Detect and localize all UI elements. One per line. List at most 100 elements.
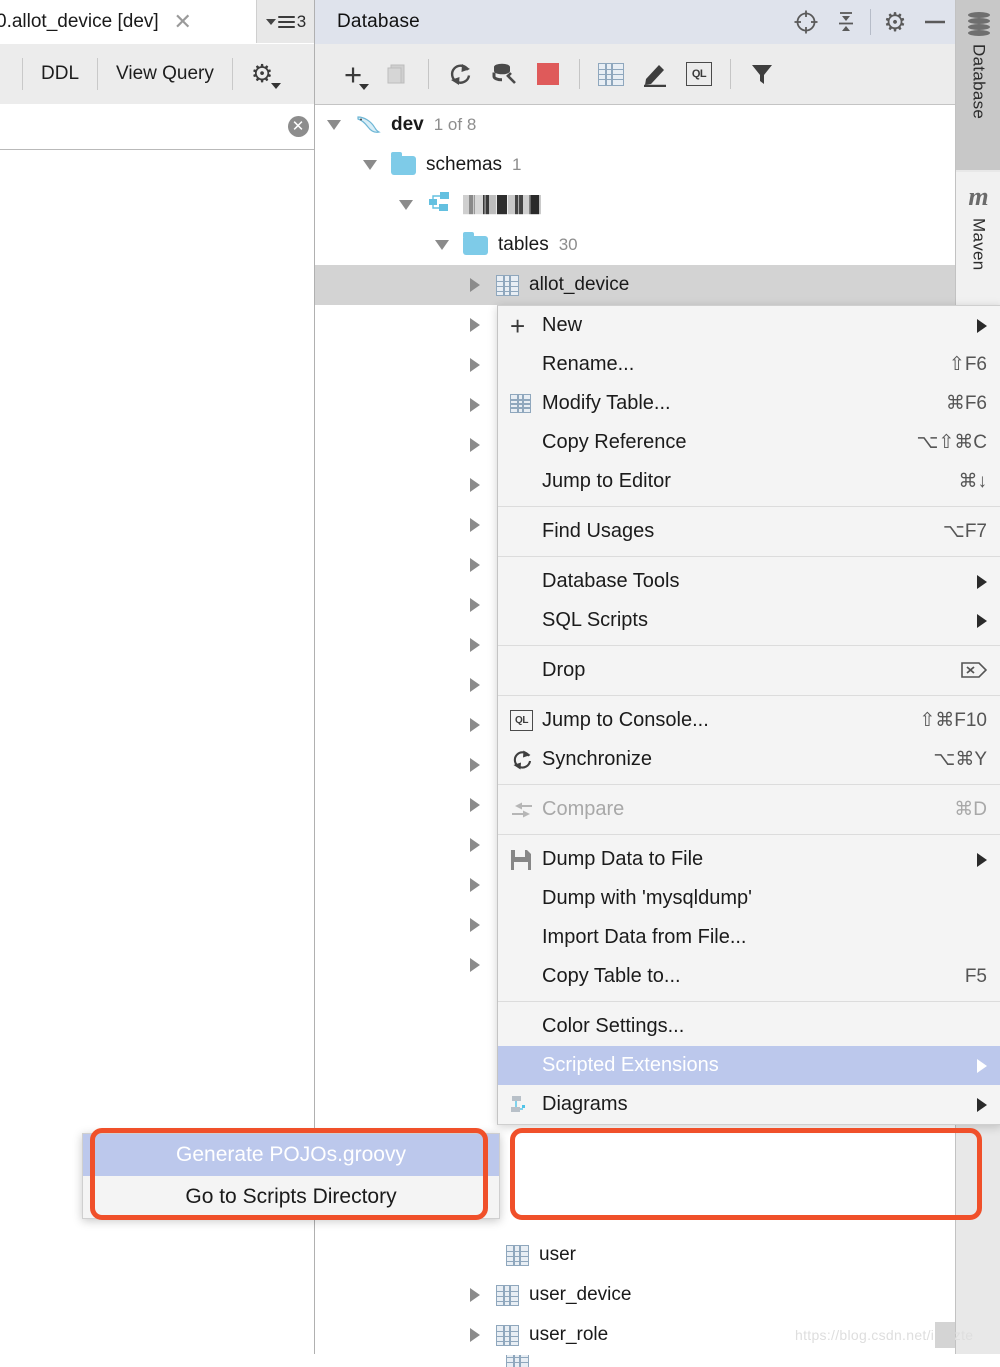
tree-node-tables[interactable]: tables 30 xyxy=(315,225,955,265)
tree-node-schema[interactable]: ███████ xyxy=(315,185,955,225)
chevron-right-icon[interactable] xyxy=(470,638,480,652)
menu-item-synchronize[interactable]: Synchronize ⌥⌘Y xyxy=(498,740,1000,779)
scripted-extensions-submenu: Generate POJOs.groovy Go to Scripts Dire… xyxy=(82,1133,500,1219)
menu-item-sql-scripts[interactable]: SQL Scripts xyxy=(498,601,1000,640)
menu-item-dump-with-mysqldump[interactable]: Dump with 'mysqldump' xyxy=(498,879,1000,918)
chevron-right-icon[interactable] xyxy=(470,438,480,452)
chevron-right-icon[interactable] xyxy=(470,518,480,532)
console-icon[interactable]: QL xyxy=(677,45,721,103)
menu-item-accelerator: ⌘D xyxy=(954,799,987,820)
submenu-item-generate-pojos[interactable]: Generate POJOs.groovy xyxy=(83,1134,499,1176)
search-input[interactable] xyxy=(0,115,281,138)
menu-item-accelerator: ⇧⌘F10 xyxy=(919,710,987,731)
menu-item-database-tools[interactable]: Database Tools xyxy=(498,562,1000,601)
chevron-down-icon[interactable] xyxy=(327,120,341,130)
ql-glyph: QL xyxy=(686,62,712,86)
chevron-right-icon[interactable] xyxy=(470,918,480,932)
console-icon: QL xyxy=(510,710,542,731)
menu-item-new[interactable]: + New xyxy=(498,306,1000,345)
menu-item-color-settings[interactable]: Color Settings... xyxy=(498,1007,1000,1046)
tree-node-label: schemas xyxy=(426,154,503,175)
menu-item-diagrams[interactable]: Diagrams xyxy=(498,1085,1000,1124)
chevron-right-icon xyxy=(977,613,987,628)
chevron-down-icon xyxy=(271,83,282,89)
menu-item-accelerator: ⌥F7 xyxy=(942,521,987,542)
chevron-right-icon[interactable] xyxy=(470,398,480,412)
tree-node-allot-device[interactable]: allot_device xyxy=(315,265,955,305)
close-icon[interactable]: ✕ xyxy=(171,10,195,34)
menu-item-jump-to-editor[interactable]: Jump to Editor ⌘↓ xyxy=(498,462,1000,501)
chevron-right-icon[interactable] xyxy=(470,598,480,612)
menu-item-dump-data-to-file[interactable]: Dump Data to File xyxy=(498,840,1000,879)
chevron-right-icon[interactable] xyxy=(470,278,480,292)
editor-tab-allot-device[interactable]: 0.allot_device [dev] ✕ xyxy=(0,0,195,43)
chevron-right-icon[interactable] xyxy=(470,358,480,372)
ddl-button[interactable]: DDL xyxy=(23,45,97,103)
chevron-right-icon[interactable] xyxy=(470,758,480,772)
add-icon[interactable]: + xyxy=(331,45,375,103)
menu-item-label: Copy Table to... xyxy=(542,965,681,987)
edit-icon[interactable] xyxy=(633,45,677,103)
menu-item-find-usages[interactable]: Find Usages ⌥F7 xyxy=(498,512,1000,551)
tree-node-user[interactable]: user xyxy=(315,1235,955,1275)
submenu-item-go-to-scripts-directory[interactable]: Go to Scripts Directory xyxy=(83,1176,499,1218)
chevron-right-icon[interactable] xyxy=(470,838,480,852)
chevron-right-icon[interactable] xyxy=(470,318,480,332)
clear-circle-icon[interactable]: ✕ xyxy=(281,104,315,149)
gear-icon[interactable]: ⚙ xyxy=(875,0,915,44)
menu-item-accelerator: ⇧F6 xyxy=(948,354,987,375)
table-icon xyxy=(496,1284,519,1306)
menu-item-accelerator: ⌥⇧⌘C xyxy=(916,432,987,453)
database-stack-icon xyxy=(967,12,990,36)
chevron-right-icon[interactable] xyxy=(470,478,480,492)
chevron-down-icon[interactable] xyxy=(363,160,377,170)
tree-node-label: user_device xyxy=(529,1284,632,1305)
chevron-right-icon[interactable] xyxy=(470,1288,480,1302)
save-icon xyxy=(510,849,542,871)
chevron-right-icon[interactable] xyxy=(470,878,480,892)
chevron-right-icon[interactable] xyxy=(470,958,480,972)
collapse-all-icon[interactable] xyxy=(826,0,866,44)
menu-item-modify-table[interactable]: Modify Table... ⌘F6 xyxy=(498,384,1000,423)
panel-header-actions: ⚙ xyxy=(786,0,955,44)
menu-item-rename[interactable]: Rename... ⇧F6 xyxy=(498,345,1000,384)
chevron-down-icon[interactable] xyxy=(399,200,413,210)
filter-icon[interactable] xyxy=(740,45,784,103)
menu-item-label: Rename... xyxy=(542,353,635,375)
menu-item-label: Find Usages xyxy=(542,520,655,542)
gear-icon[interactable]: ⚙ xyxy=(233,45,289,103)
tab-list-button[interactable]: 3 xyxy=(256,0,315,43)
menu-item-accelerator: ⌘↓ xyxy=(958,471,988,492)
tool-tab-database[interactable]: Database xyxy=(956,0,1000,170)
run-sql-icon[interactable] xyxy=(482,45,526,103)
plus-icon: + xyxy=(510,310,526,341)
tree-node-user-device[interactable]: user_device xyxy=(315,1275,955,1315)
stop-icon[interactable] xyxy=(526,45,570,103)
refresh-icon[interactable] xyxy=(438,45,482,103)
chevron-right-icon[interactable] xyxy=(470,718,480,732)
view-query-button[interactable]: View Query xyxy=(98,45,232,103)
tree-row[interactable] xyxy=(315,1355,955,1367)
duplicate-icon[interactable] xyxy=(375,45,419,103)
menu-item-import-data-from-file[interactable]: Import Data from File... xyxy=(498,918,1000,957)
chevron-right-icon[interactable] xyxy=(470,678,480,692)
tree-node-dev[interactable]: dev 1 of 8 xyxy=(315,105,955,145)
chevron-right-icon[interactable] xyxy=(470,558,480,572)
tool-tab-maven[interactable]: m Maven xyxy=(956,172,1000,322)
tree-node-schemas[interactable]: schemas 1 xyxy=(315,145,955,185)
chevron-right-icon[interactable] xyxy=(470,798,480,812)
menu-item-copy-table-to[interactable]: Copy Table to... F5 xyxy=(498,957,1000,996)
chevron-down-icon xyxy=(265,18,276,25)
menu-item-copy-reference[interactable]: Copy Reference ⌥⇧⌘C xyxy=(498,423,1000,462)
menu-item-drop[interactable]: Drop xyxy=(498,651,1000,690)
chevron-down-icon[interactable] xyxy=(435,240,449,250)
menu-item-jump-to-console[interactable]: QL Jump to Console... ⇧⌘F10 xyxy=(498,701,1000,740)
chevron-right-icon[interactable] xyxy=(470,1328,480,1342)
locate-icon[interactable] xyxy=(786,0,826,44)
stop-square xyxy=(537,63,559,85)
minimize-icon[interactable] xyxy=(915,0,955,44)
editor-toolbar: DDL View Query ⚙ xyxy=(0,44,315,105)
menu-item-scripted-extensions[interactable]: Scripted Extensions xyxy=(498,1046,1000,1085)
table-editor-icon[interactable] xyxy=(589,45,633,103)
tree-node-label: dev xyxy=(391,114,424,135)
